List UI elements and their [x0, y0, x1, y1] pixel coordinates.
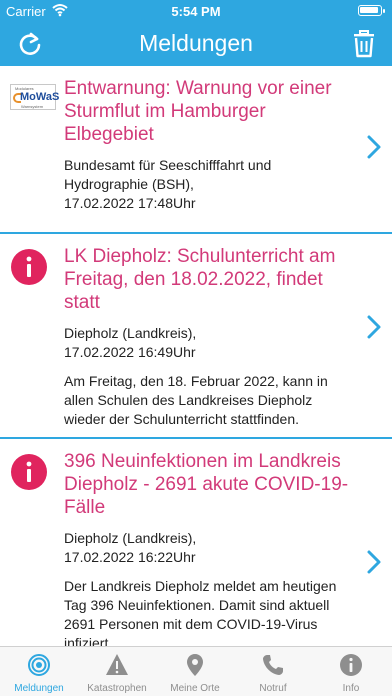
mowas-logo: Modulares MoWaS Warnsystem: [10, 84, 59, 122]
tab-notruf[interactable]: Notruf: [234, 647, 312, 696]
message-title: Entwarnung: Warnung vor einer Sturmflut …: [64, 78, 332, 145]
message-datetime: 17.02.2022 17:48Uhr: [64, 195, 196, 211]
message-item[interactable]: LK Diepholz: Schulunterricht am Freitag,…: [0, 234, 392, 439]
warning-triangle-icon: [106, 654, 128, 675]
chevron-right-icon[interactable]: [366, 549, 382, 575]
alert-info-icon: [11, 249, 47, 285]
status-bar: Carrier 5:54 PM: [0, 0, 392, 22]
info-icon: [340, 654, 362, 676]
battery-icon: [358, 5, 385, 16]
tab-label: Notruf: [259, 683, 287, 694]
tab-label: Meldungen: [14, 683, 64, 694]
tab-info[interactable]: Info: [312, 647, 390, 696]
clock: 5:54 PM: [171, 4, 221, 19]
trash-icon[interactable]: [352, 30, 376, 58]
tab-bar: Meldungen Katastrophen Meine Orte Notruf…: [0, 646, 392, 696]
message-datetime: 17.02.2022 16:22Uhr: [64, 549, 196, 565]
tab-label: Info: [342, 683, 360, 694]
phone-icon: [263, 655, 283, 675]
alert-info-icon: [11, 454, 47, 490]
tab-meldungen[interactable]: Meldungen: [0, 647, 78, 696]
tab-katastrophen[interactable]: Katastrophen: [78, 647, 156, 696]
message-title: LK Diepholz: Schulunterricht am Freitag,…: [64, 246, 336, 313]
chevron-right-icon[interactable]: [366, 134, 382, 160]
tab-meine-orte[interactable]: Meine Orte: [156, 647, 234, 696]
nav-bar: Meldungen: [0, 22, 392, 66]
message-datetime: 17.02.2022 16:49Uhr: [64, 344, 196, 360]
message-source: Diepholz (Landkreis),: [64, 325, 197, 341]
message-source: Bundesamt für Seeschifffahrt und Hydrogr…: [64, 157, 272, 192]
tab-label: Meine Orte: [170, 683, 220, 694]
message-body: Am Freitag, den 18. Februar 2022, kann i…: [64, 373, 328, 427]
chevron-right-icon[interactable]: [366, 314, 382, 340]
message-title: 396 Neuinfektionen im Landkreis Diepholz…: [64, 451, 349, 518]
message-item[interactable]: 396 Neuinfektionen im Landkreis Diepholz…: [0, 439, 392, 646]
message-item[interactable]: Modulares MoWaS Warnsystem Entwarnung: W…: [0, 66, 392, 234]
warning-signal-icon: [28, 654, 50, 676]
message-body: Der Landkreis Diepholz meldet am heutige…: [64, 578, 337, 646]
tab-label: Katastrophen: [87, 683, 147, 694]
page-title: Meldungen: [139, 30, 253, 56]
location-pin-icon: [187, 654, 203, 676]
message-list[interactable]: Modulares MoWaS Warnsystem Entwarnung: W…: [0, 66, 392, 646]
message-source: Diepholz (Landkreis),: [64, 530, 197, 546]
